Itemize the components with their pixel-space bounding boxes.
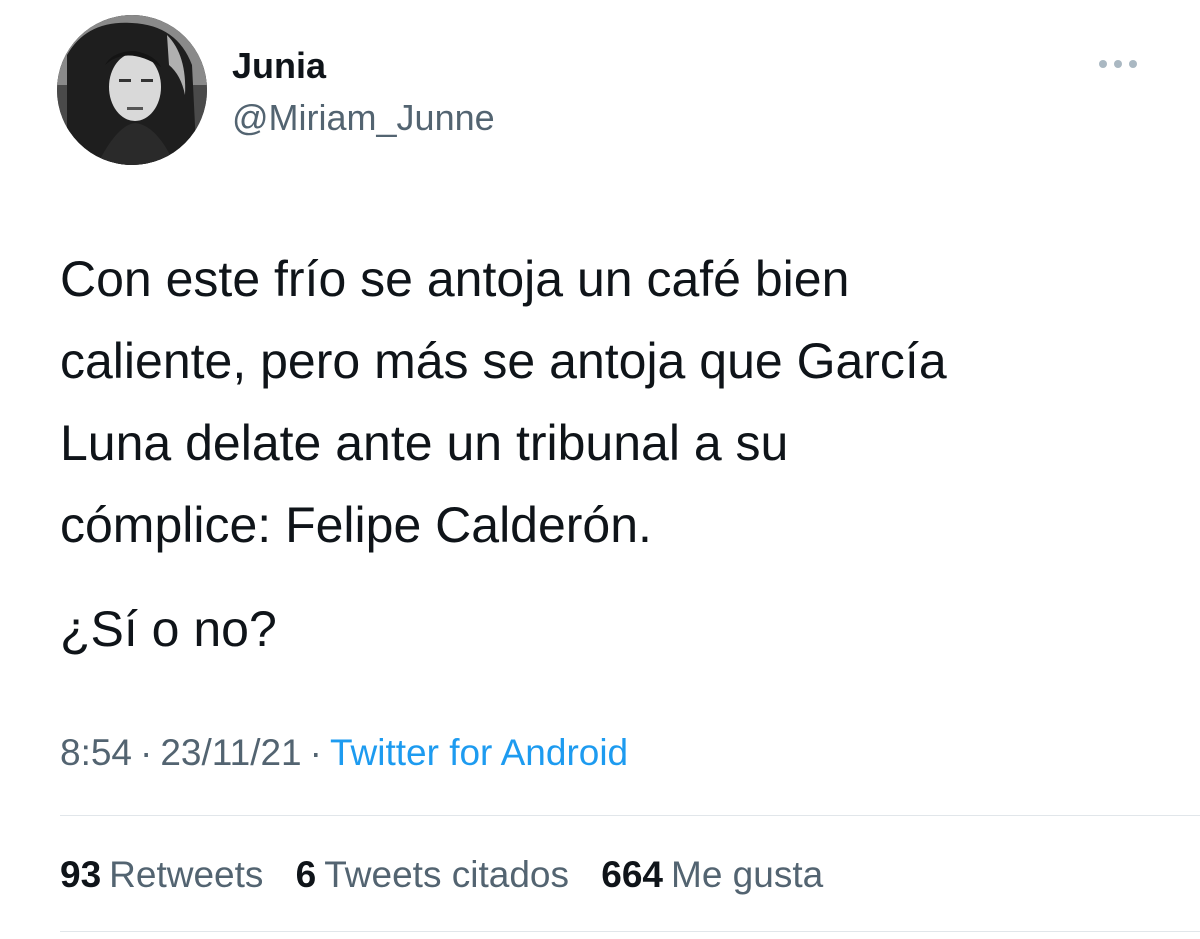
- retweets-stat[interactable]: 93 Retweets: [60, 854, 263, 895]
- meta-separator: ·: [140, 732, 153, 773]
- likes-count: 664: [601, 854, 663, 895]
- likes-label: Me gusta: [671, 854, 824, 895]
- divider: [60, 931, 1200, 932]
- tweet-meta: 8:54 · 23/11/21 · Twitter for Android: [60, 728, 628, 778]
- tweet-text-line: Luna delate ante un tribunal a su: [60, 415, 789, 471]
- quote-tweets-count: 6: [295, 854, 317, 895]
- tweet-text-line: Con este frío se antoja un café bien: [60, 251, 850, 307]
- likes-stat[interactable]: 664 Me gusta: [601, 854, 823, 895]
- more-horizontal-icon[interactable]: [1094, 50, 1142, 78]
- profile-photo: [57, 15, 207, 165]
- tweet-question: ¿Sí o no?: [60, 601, 277, 657]
- retweets-count: 93: [60, 854, 102, 895]
- tweet-text-line: caliente, pero más se antoja que García: [60, 333, 947, 389]
- meta-separator: ·: [309, 732, 322, 773]
- tweet-text-line: cómplice: Felipe Calderón.: [60, 497, 652, 553]
- tweet-text: Con este frío se antoja un café bien cal…: [60, 238, 1170, 670]
- tweet-source-link[interactable]: Twitter for Android: [330, 732, 628, 773]
- avatar[interactable]: [57, 15, 207, 165]
- tweet-date[interactable]: 23/11/21: [160, 732, 301, 773]
- tweet-stats: 93 Retweets 6 Tweets citados 664 Me gusta: [60, 850, 845, 900]
- divider: [60, 815, 1200, 816]
- quote-tweets-label: Tweets citados: [324, 854, 569, 895]
- retweets-label: Retweets: [109, 854, 264, 895]
- tweet-time[interactable]: 8:54: [60, 732, 132, 773]
- quote-tweets-stat[interactable]: 6 Tweets citados: [296, 854, 569, 895]
- display-name[interactable]: Junia: [232, 44, 326, 88]
- user-handle[interactable]: @Miriam_Junne: [232, 96, 495, 140]
